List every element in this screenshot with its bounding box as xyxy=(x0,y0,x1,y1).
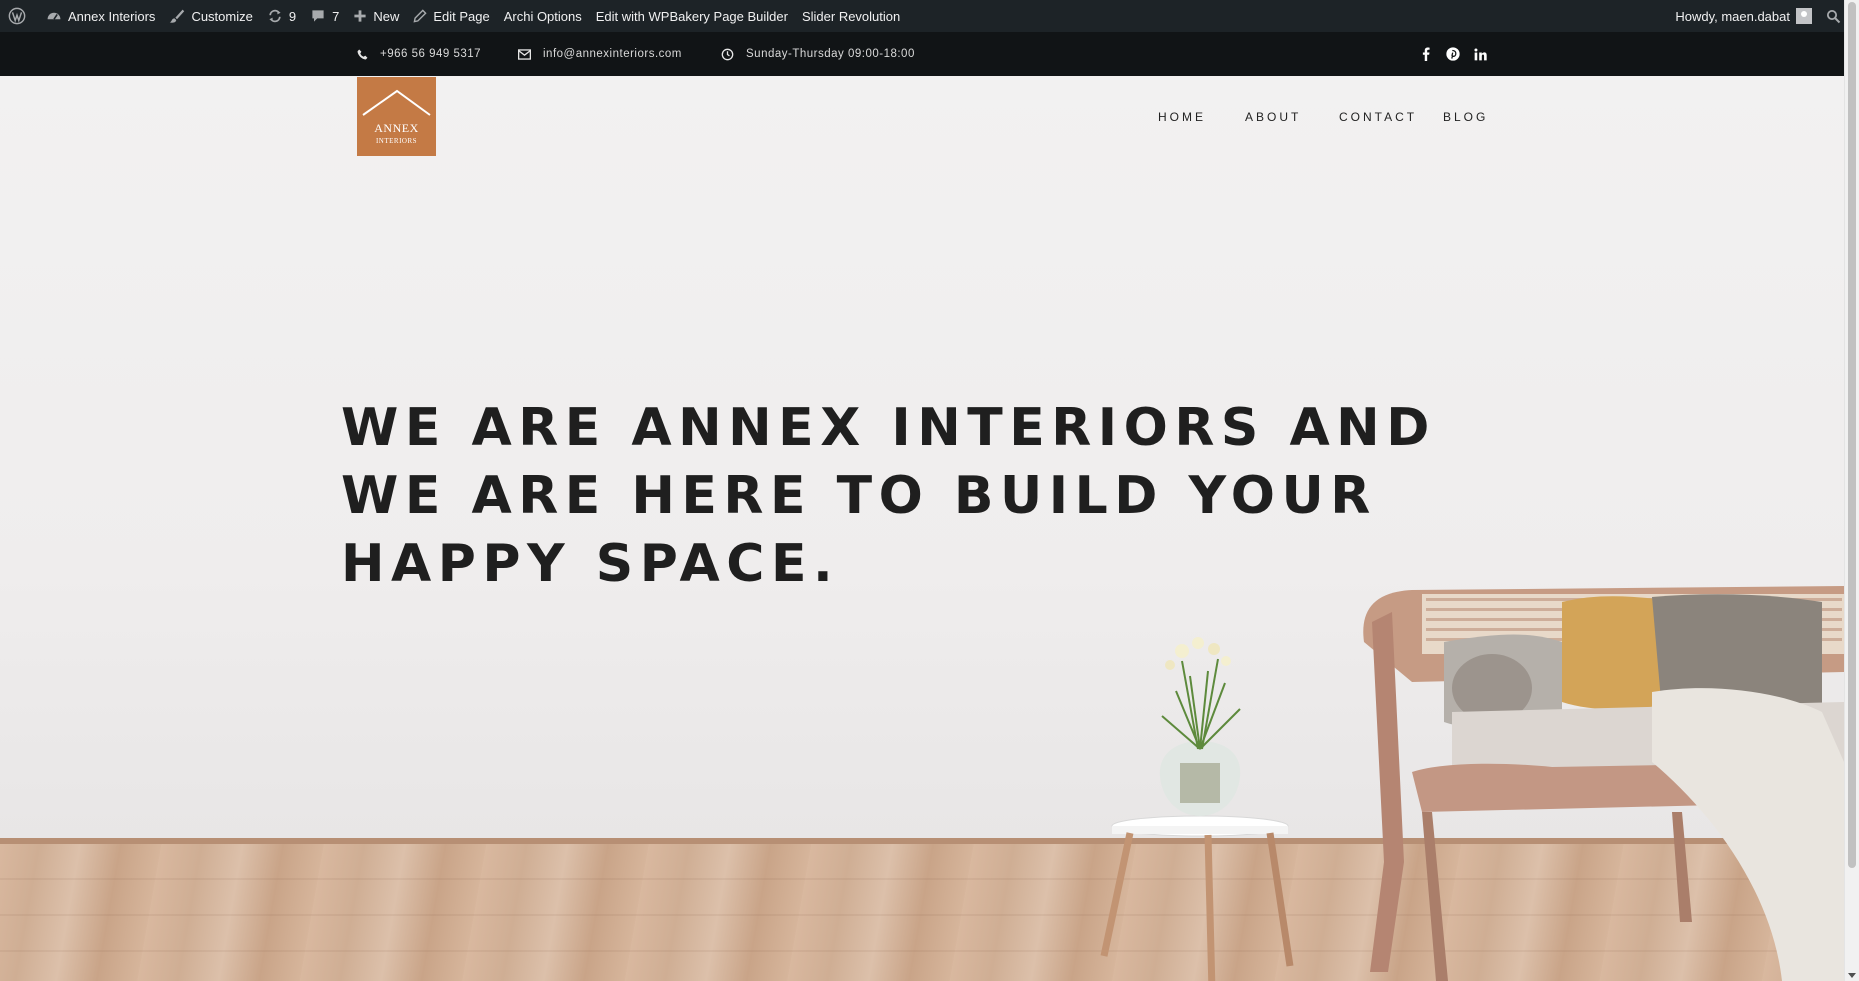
side-table-plant-image xyxy=(1100,637,1294,981)
linkedin-icon xyxy=(1474,47,1487,60)
hours-item: Sunday-Thursday 09:00-18:00 xyxy=(721,32,915,76)
facebook-link[interactable] xyxy=(1421,32,1431,76)
hero-line-1: WE ARE ANNEX INTERIORS AND xyxy=(341,398,1436,458)
edit-page-label: Edit Page xyxy=(433,8,490,24)
email-item[interactable]: info@annexinteriors.com xyxy=(518,32,682,76)
pencil-icon xyxy=(413,9,427,23)
updates-count: 9 xyxy=(288,8,297,24)
dashboard-icon xyxy=(47,12,61,20)
edit-page-link[interactable]: Edit Page xyxy=(406,0,496,32)
phone-icon xyxy=(357,49,368,59)
nav-about[interactable]: ABOUT xyxy=(1245,100,1301,134)
hero-slider: ANNEX INTERIORS HOME ABOUT CONTACT BLOG … xyxy=(0,76,1844,981)
avatar xyxy=(1796,8,1812,24)
new-content-link[interactable]: New xyxy=(346,0,406,32)
updates-link[interactable]: 9 xyxy=(260,0,303,32)
nav-blog[interactable]: BLOG xyxy=(1443,100,1488,134)
slider-revolution-label: Slider Revolution xyxy=(801,8,901,24)
roof-logo-icon xyxy=(362,89,431,116)
customize-link[interactable]: Customize xyxy=(162,0,259,32)
page-scrollbar[interactable] xyxy=(1844,0,1859,981)
updates-icon xyxy=(269,9,281,23)
wordpress-icon xyxy=(8,7,26,25)
wpbakery-link[interactable]: Edit with WPBakery Page Builder xyxy=(589,0,795,32)
search-icon xyxy=(1826,9,1841,23)
scroll-down-arrow-icon[interactable] xyxy=(1848,973,1856,978)
phone-item[interactable]: +966 56 949 5317 xyxy=(357,32,481,76)
site-name-link[interactable]: Annex Interiors xyxy=(39,0,162,32)
customize-label: Customize xyxy=(191,8,253,24)
my-account-link[interactable]: Howdy, maen.dabat xyxy=(1668,0,1819,32)
site-name-label: Annex Interiors xyxy=(68,8,156,24)
opening-hours: Sunday-Thursday 09:00-18:00 xyxy=(746,48,915,60)
hero-line-2: WE ARE HERE TO BUILD YOUR xyxy=(341,466,1377,526)
phone-number: +966 56 949 5317 xyxy=(380,48,482,60)
logo-line2: INTERIORS xyxy=(375,137,418,145)
clock-icon xyxy=(721,48,734,60)
top-info-bar: +966 56 949 5317 info@annexinteriors.com… xyxy=(0,32,1859,76)
slider-revolution-link[interactable]: Slider Revolution xyxy=(795,0,907,32)
nav-contact[interactable]: CONTACT xyxy=(1339,100,1417,134)
archi-options-link[interactable]: Archi Options xyxy=(497,0,589,32)
new-label: New xyxy=(373,8,400,24)
rattan-sofa-image xyxy=(1363,586,1844,981)
wp-admin-bar: Annex Interiors Customize 9 7 New Edit P… xyxy=(0,0,1859,32)
wpbakery-label: Edit with WPBakery Page Builder xyxy=(595,8,788,24)
logo-line1: ANNEX xyxy=(374,121,419,135)
hero-line-3: HAPPY SPACE. xyxy=(341,534,840,594)
comments-count: 7 xyxy=(332,8,340,24)
wordpress-logo-button[interactable] xyxy=(0,0,39,32)
comment-icon xyxy=(312,10,324,22)
archi-options-label: Archi Options xyxy=(503,8,582,24)
hero-headline: WE ARE ANNEX INTERIORS AND WE ARE HERE T… xyxy=(341,394,1441,598)
brush-icon xyxy=(170,9,185,23)
linkedin-link[interactable] xyxy=(1474,32,1487,76)
email-address: info@annexinteriors.com xyxy=(543,48,682,60)
site-logo[interactable]: ANNEX INTERIORS xyxy=(357,77,436,156)
plus-icon xyxy=(354,10,366,22)
pinterest-link[interactable] xyxy=(1446,32,1460,76)
howdy-label: Howdy, maen.dabat xyxy=(1675,8,1790,24)
pinterest-icon xyxy=(1446,47,1460,61)
comments-link[interactable]: 7 xyxy=(303,0,346,32)
facebook-icon xyxy=(1422,47,1430,61)
nav-home[interactable]: HOME xyxy=(1158,100,1206,134)
scrollbar-thumb[interactable] xyxy=(1848,2,1856,868)
envelope-icon xyxy=(518,48,531,60)
